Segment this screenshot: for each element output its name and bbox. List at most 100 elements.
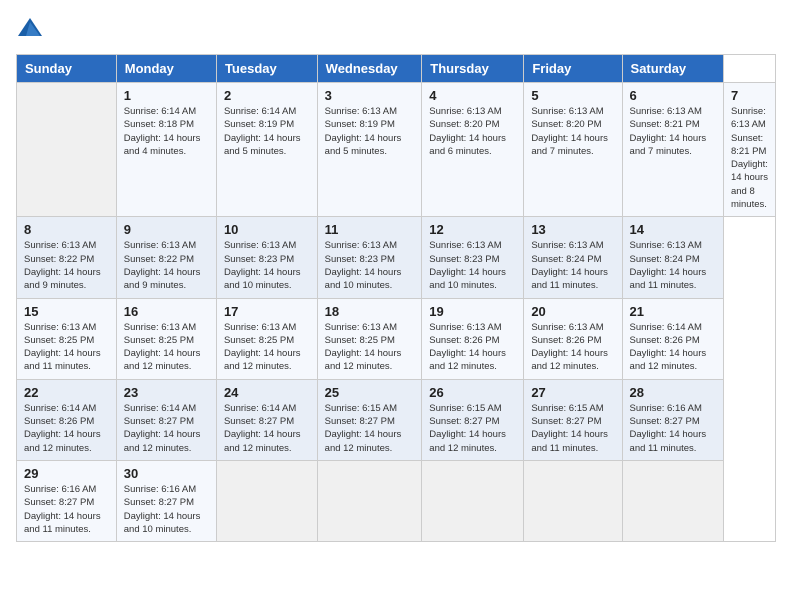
- calendar-day-cell: 2 Sunrise: 6:14 AMSunset: 8:19 PMDaylight…: [216, 83, 317, 217]
- calendar-week-row: 1 Sunrise: 6:14 AMSunset: 8:18 PMDaylight…: [17, 83, 776, 217]
- day-info: Sunrise: 6:16 AMSunset: 8:27 PMDaylight:…: [124, 483, 209, 536]
- day-header-tuesday: Tuesday: [216, 55, 317, 83]
- logo: [16, 16, 48, 44]
- day-number: 1: [124, 88, 209, 103]
- calendar-day-cell: 18Sunrise: 6:13 AMSunset: 8:25 PMDayligh…: [317, 298, 422, 379]
- day-info: Sunrise: 6:13 AMSunset: 8:26 PMDaylight:…: [429, 321, 516, 374]
- calendar-day-cell: 13 Sunrise: 6:13 AMSunset: 8:24 PMDayligh…: [524, 217, 622, 298]
- day-header-wednesday: Wednesday: [317, 55, 422, 83]
- calendar-day-cell: [216, 460, 317, 541]
- calendar-header-row: SundayMondayTuesdayWednesdayThursdayFrid…: [17, 55, 776, 83]
- day-info: Sunrise: 6:14 AMSunset: 8:27 PMDaylight:…: [224, 402, 310, 455]
- day-number: 22: [24, 385, 109, 400]
- day-info: Sunrise: 6:15 AMSunset: 8:27 PMDaylight:…: [325, 402, 415, 455]
- calendar-day-cell: 29 Sunrise: 6:16 AMSunset: 8:27 PMDayligh…: [17, 460, 117, 541]
- calendar-day-cell: 23Sunrise: 6:14 AMSunset: 8:27 PMDayligh…: [116, 379, 216, 460]
- calendar-day-cell: 24 Sunrise: 6:14 AMSunset: 8:27 PMDayligh…: [216, 379, 317, 460]
- day-number: 30: [124, 466, 209, 481]
- day-info: Sunrise: 6:13 AMSunset: 8:25 PMDaylight:…: [224, 321, 310, 374]
- day-number: 9: [124, 222, 209, 237]
- calendar-week-row: 22Sunrise: 6:14 AMSunset: 8:26 PMDayligh…: [17, 379, 776, 460]
- day-number: 16: [124, 304, 209, 319]
- day-number: 14: [630, 222, 716, 237]
- day-info: Sunrise: 6:13 AMSunset: 8:21 PMDaylight:…: [731, 105, 768, 211]
- day-number: 12: [429, 222, 516, 237]
- day-number: 6: [630, 88, 716, 103]
- day-number: 4: [429, 88, 516, 103]
- calendar-day-cell: 3 Sunrise: 6:13 AMSunset: 8:19 PMDaylight…: [317, 83, 422, 217]
- day-number: 2: [224, 88, 310, 103]
- day-number: 28: [630, 385, 716, 400]
- day-header-friday: Friday: [524, 55, 622, 83]
- day-info: Sunrise: 6:13 AMSunset: 8:23 PMDaylight:…: [224, 239, 310, 292]
- calendar-day-cell: 28 Sunrise: 6:16 AMSunset: 8:27 PMDayligh…: [622, 379, 723, 460]
- day-number: 27: [531, 385, 614, 400]
- day-info: Sunrise: 6:16 AMSunset: 8:27 PMDaylight:…: [24, 483, 109, 536]
- day-number: 11: [325, 222, 415, 237]
- day-info: Sunrise: 6:16 AMSunset: 8:27 PMDaylight:…: [630, 402, 716, 455]
- day-header-monday: Monday: [116, 55, 216, 83]
- day-info: Sunrise: 6:13 AMSunset: 8:26 PMDaylight:…: [531, 321, 614, 374]
- calendar-day-cell: 22Sunrise: 6:14 AMSunset: 8:26 PMDayligh…: [17, 379, 117, 460]
- day-number: 25: [325, 385, 415, 400]
- day-header-thursday: Thursday: [422, 55, 524, 83]
- day-info: Sunrise: 6:14 AMSunset: 8:18 PMDaylight:…: [124, 105, 209, 158]
- day-info: Sunrise: 6:13 AMSunset: 8:20 PMDaylight:…: [531, 105, 614, 158]
- day-info: Sunrise: 6:13 AMSunset: 8:24 PMDaylight:…: [630, 239, 716, 292]
- day-info: Sunrise: 6:13 AMSunset: 8:23 PMDaylight:…: [429, 239, 516, 292]
- calendar-day-cell: 5 Sunrise: 6:13 AMSunset: 8:20 PMDaylight…: [524, 83, 622, 217]
- calendar-day-cell: 30 Sunrise: 6:16 AMSunset: 8:27 PMDayligh…: [116, 460, 216, 541]
- day-number: 5: [531, 88, 614, 103]
- calendar-day-cell: [524, 460, 622, 541]
- day-number: 15: [24, 304, 109, 319]
- day-info: Sunrise: 6:13 AMSunset: 8:25 PMDaylight:…: [124, 321, 209, 374]
- day-info: Sunrise: 6:15 AMSunset: 8:27 PMDaylight:…: [531, 402, 614, 455]
- day-info: Sunrise: 6:13 AMSunset: 8:19 PMDaylight:…: [325, 105, 415, 158]
- calendar-day-cell: 9 Sunrise: 6:13 AMSunset: 8:22 PMDaylight…: [116, 217, 216, 298]
- day-number: 13: [531, 222, 614, 237]
- calendar-day-cell: [422, 460, 524, 541]
- calendar-day-cell: 8 Sunrise: 6:13 AMSunset: 8:22 PMDaylight…: [17, 217, 117, 298]
- calendar-day-cell: 19 Sunrise: 6:13 AMSunset: 8:26 PMDayligh…: [422, 298, 524, 379]
- day-number: 21: [630, 304, 716, 319]
- calendar-week-row: 15 Sunrise: 6:13 AMSunset: 8:25 PMDayligh…: [17, 298, 776, 379]
- calendar-week-row: 29 Sunrise: 6:16 AMSunset: 8:27 PMDayligh…: [17, 460, 776, 541]
- calendar-day-cell: 15 Sunrise: 6:13 AMSunset: 8:25 PMDayligh…: [17, 298, 117, 379]
- day-number: 10: [224, 222, 310, 237]
- day-header-sunday: Sunday: [17, 55, 117, 83]
- logo-icon: [16, 16, 44, 44]
- calendar-day-cell: 10 Sunrise: 6:13 AMSunset: 8:23 PMDayligh…: [216, 217, 317, 298]
- calendar-day-cell: 12 Sunrise: 6:13 AMSunset: 8:23 PMDayligh…: [422, 217, 524, 298]
- day-info: Sunrise: 6:13 AMSunset: 8:23 PMDaylight:…: [325, 239, 415, 292]
- day-info: Sunrise: 6:13 AMSunset: 8:21 PMDaylight:…: [630, 105, 716, 158]
- day-info: Sunrise: 6:13 AMSunset: 8:25 PMDaylight:…: [325, 321, 415, 374]
- day-info: Sunrise: 6:13 AMSunset: 8:22 PMDaylight:…: [24, 239, 109, 292]
- day-info: Sunrise: 6:13 AMSunset: 8:22 PMDaylight:…: [124, 239, 209, 292]
- day-info: Sunrise: 6:13 AMSunset: 8:20 PMDaylight:…: [429, 105, 516, 158]
- calendar-table: SundayMondayTuesdayWednesdayThursdayFrid…: [16, 54, 776, 542]
- day-info: Sunrise: 6:14 AMSunset: 8:26 PMDaylight:…: [630, 321, 716, 374]
- calendar-day-cell: [622, 460, 723, 541]
- day-number: 29: [24, 466, 109, 481]
- calendar-day-cell: 25 Sunrise: 6:15 AMSunset: 8:27 PMDayligh…: [317, 379, 422, 460]
- day-number: 17: [224, 304, 310, 319]
- day-number: 3: [325, 88, 415, 103]
- empty-cell: [17, 83, 117, 217]
- day-number: 8: [24, 222, 109, 237]
- day-number: 7: [731, 88, 768, 103]
- page-header: [16, 16, 776, 44]
- day-info: Sunrise: 6:14 AMSunset: 8:27 PMDaylight:…: [124, 402, 209, 455]
- day-info: Sunrise: 6:13 AMSunset: 8:25 PMDaylight:…: [24, 321, 109, 374]
- calendar-day-cell: 4 Sunrise: 6:13 AMSunset: 8:20 PMDaylight…: [422, 83, 524, 217]
- day-header-saturday: Saturday: [622, 55, 723, 83]
- calendar-day-cell: 17 Sunrise: 6:13 AMSunset: 8:25 PMDayligh…: [216, 298, 317, 379]
- day-number: 19: [429, 304, 516, 319]
- day-info: Sunrise: 6:13 AMSunset: 8:24 PMDaylight:…: [531, 239, 614, 292]
- calendar-day-cell: 27 Sunrise: 6:15 AMSunset: 8:27 PMDayligh…: [524, 379, 622, 460]
- day-number: 24: [224, 385, 310, 400]
- calendar-day-cell: 11 Sunrise: 6:13 AMSunset: 8:23 PMDayligh…: [317, 217, 422, 298]
- calendar-day-cell: 7 Sunrise: 6:13 AMSunset: 8:21 PMDaylight…: [723, 83, 775, 217]
- day-number: 26: [429, 385, 516, 400]
- calendar-week-row: 8 Sunrise: 6:13 AMSunset: 8:22 PMDaylight…: [17, 217, 776, 298]
- day-info: Sunrise: 6:14 AMSunset: 8:19 PMDaylight:…: [224, 105, 310, 158]
